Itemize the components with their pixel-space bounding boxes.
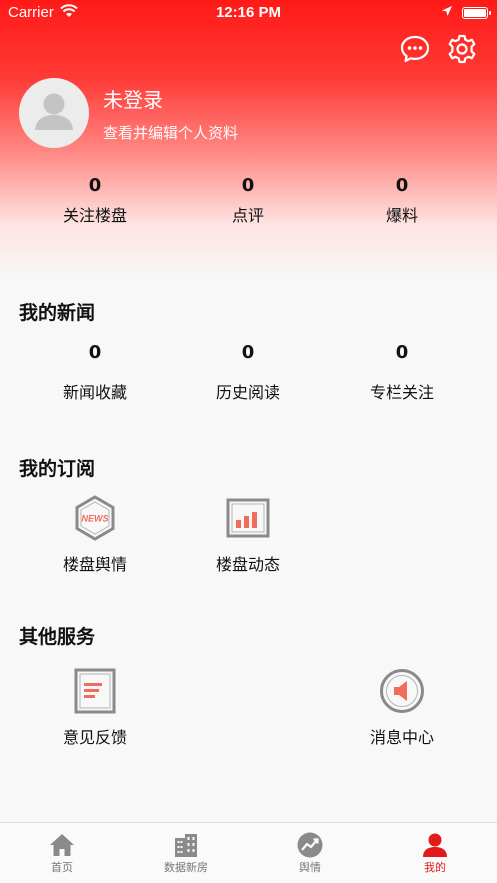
section-title-my-news: 我的新闻 xyxy=(19,302,96,324)
tab-data-new-homes[interactable]: 数据新房 xyxy=(124,823,248,883)
tab-mine[interactable]: 我的 xyxy=(373,823,497,883)
status-bar: Carrier 12:16 PM xyxy=(0,0,497,26)
stat-reviews[interactable]: 0 点评 xyxy=(168,175,328,226)
gear-icon[interactable] xyxy=(446,33,478,65)
column-follows[interactable]: 0 专栏关注 xyxy=(322,342,482,403)
stat-tips[interactable]: 0 爆料 xyxy=(322,175,482,226)
subscription-property-updates[interactable]: 楼盘动态 xyxy=(168,495,328,575)
tile-label: 楼盘动态 xyxy=(215,555,280,574)
tab-label: 首页 xyxy=(51,861,73,874)
news-hexagon-icon: NEWS xyxy=(75,495,115,541)
location-arrow-icon xyxy=(442,6,452,16)
stat-value: 0 xyxy=(88,342,102,363)
reading-history[interactable]: 0 历史阅读 xyxy=(168,342,328,403)
tile-label: 意见反馈 xyxy=(62,728,127,747)
stat-followed-properties[interactable]: 0 关注楼盘 xyxy=(15,175,175,226)
trend-icon xyxy=(297,832,323,858)
stat-label: 点评 xyxy=(231,206,264,225)
message-icon[interactable] xyxy=(399,33,431,65)
section-title-other-services: 其他服务 xyxy=(19,626,96,648)
clock: 12:16 PM xyxy=(215,4,282,21)
stat-value: 0 xyxy=(88,175,102,196)
bar-chart-icon xyxy=(226,498,270,538)
speaker-icon xyxy=(380,669,424,713)
username: 未登录 xyxy=(103,88,163,112)
stat-label: 历史阅读 xyxy=(215,383,280,402)
user-icon xyxy=(423,833,447,857)
home-icon xyxy=(50,834,74,856)
tile-label: 消息中心 xyxy=(369,728,434,747)
building-icon xyxy=(175,834,197,857)
stat-label: 关注楼盘 xyxy=(62,206,127,225)
stat-label: 专栏关注 xyxy=(369,383,434,402)
battery-icon xyxy=(462,7,491,19)
stat-value: 0 xyxy=(395,175,409,196)
stat-label: 新闻收藏 xyxy=(62,383,127,402)
subscription-property-sentiment[interactable]: NEWS 楼盘舆情 xyxy=(15,495,175,575)
user-placeholder-icon xyxy=(35,93,73,130)
section-title-my-subscriptions: 我的订阅 xyxy=(19,458,96,480)
tab-sentiment[interactable]: 舆情 xyxy=(248,823,372,883)
tab-home[interactable]: 首页 xyxy=(0,823,124,883)
stat-value: 0 xyxy=(241,342,255,363)
service-feedback[interactable]: 意见反馈 xyxy=(15,668,175,748)
avatar[interactable] xyxy=(19,78,89,148)
tab-bar: 首页 数据新房 舆情 我的 xyxy=(0,822,497,883)
tab-label: 我的 xyxy=(424,861,446,874)
news-badge-text: NEWS xyxy=(82,514,109,524)
document-icon xyxy=(74,668,116,714)
stat-label: 爆料 xyxy=(385,206,418,225)
stat-value: 0 xyxy=(395,342,409,363)
tab-label: 舆情 xyxy=(299,861,321,874)
tab-label: 数据新房 xyxy=(164,861,208,874)
edit-profile-link[interactable]: 查看并编辑个人资料 xyxy=(103,122,238,143)
news-favorites[interactable]: 0 新闻收藏 xyxy=(15,342,175,403)
stat-value: 0 xyxy=(241,175,255,196)
service-message-center[interactable]: 消息中心 xyxy=(322,668,482,748)
tile-label: 楼盘舆情 xyxy=(62,555,127,574)
